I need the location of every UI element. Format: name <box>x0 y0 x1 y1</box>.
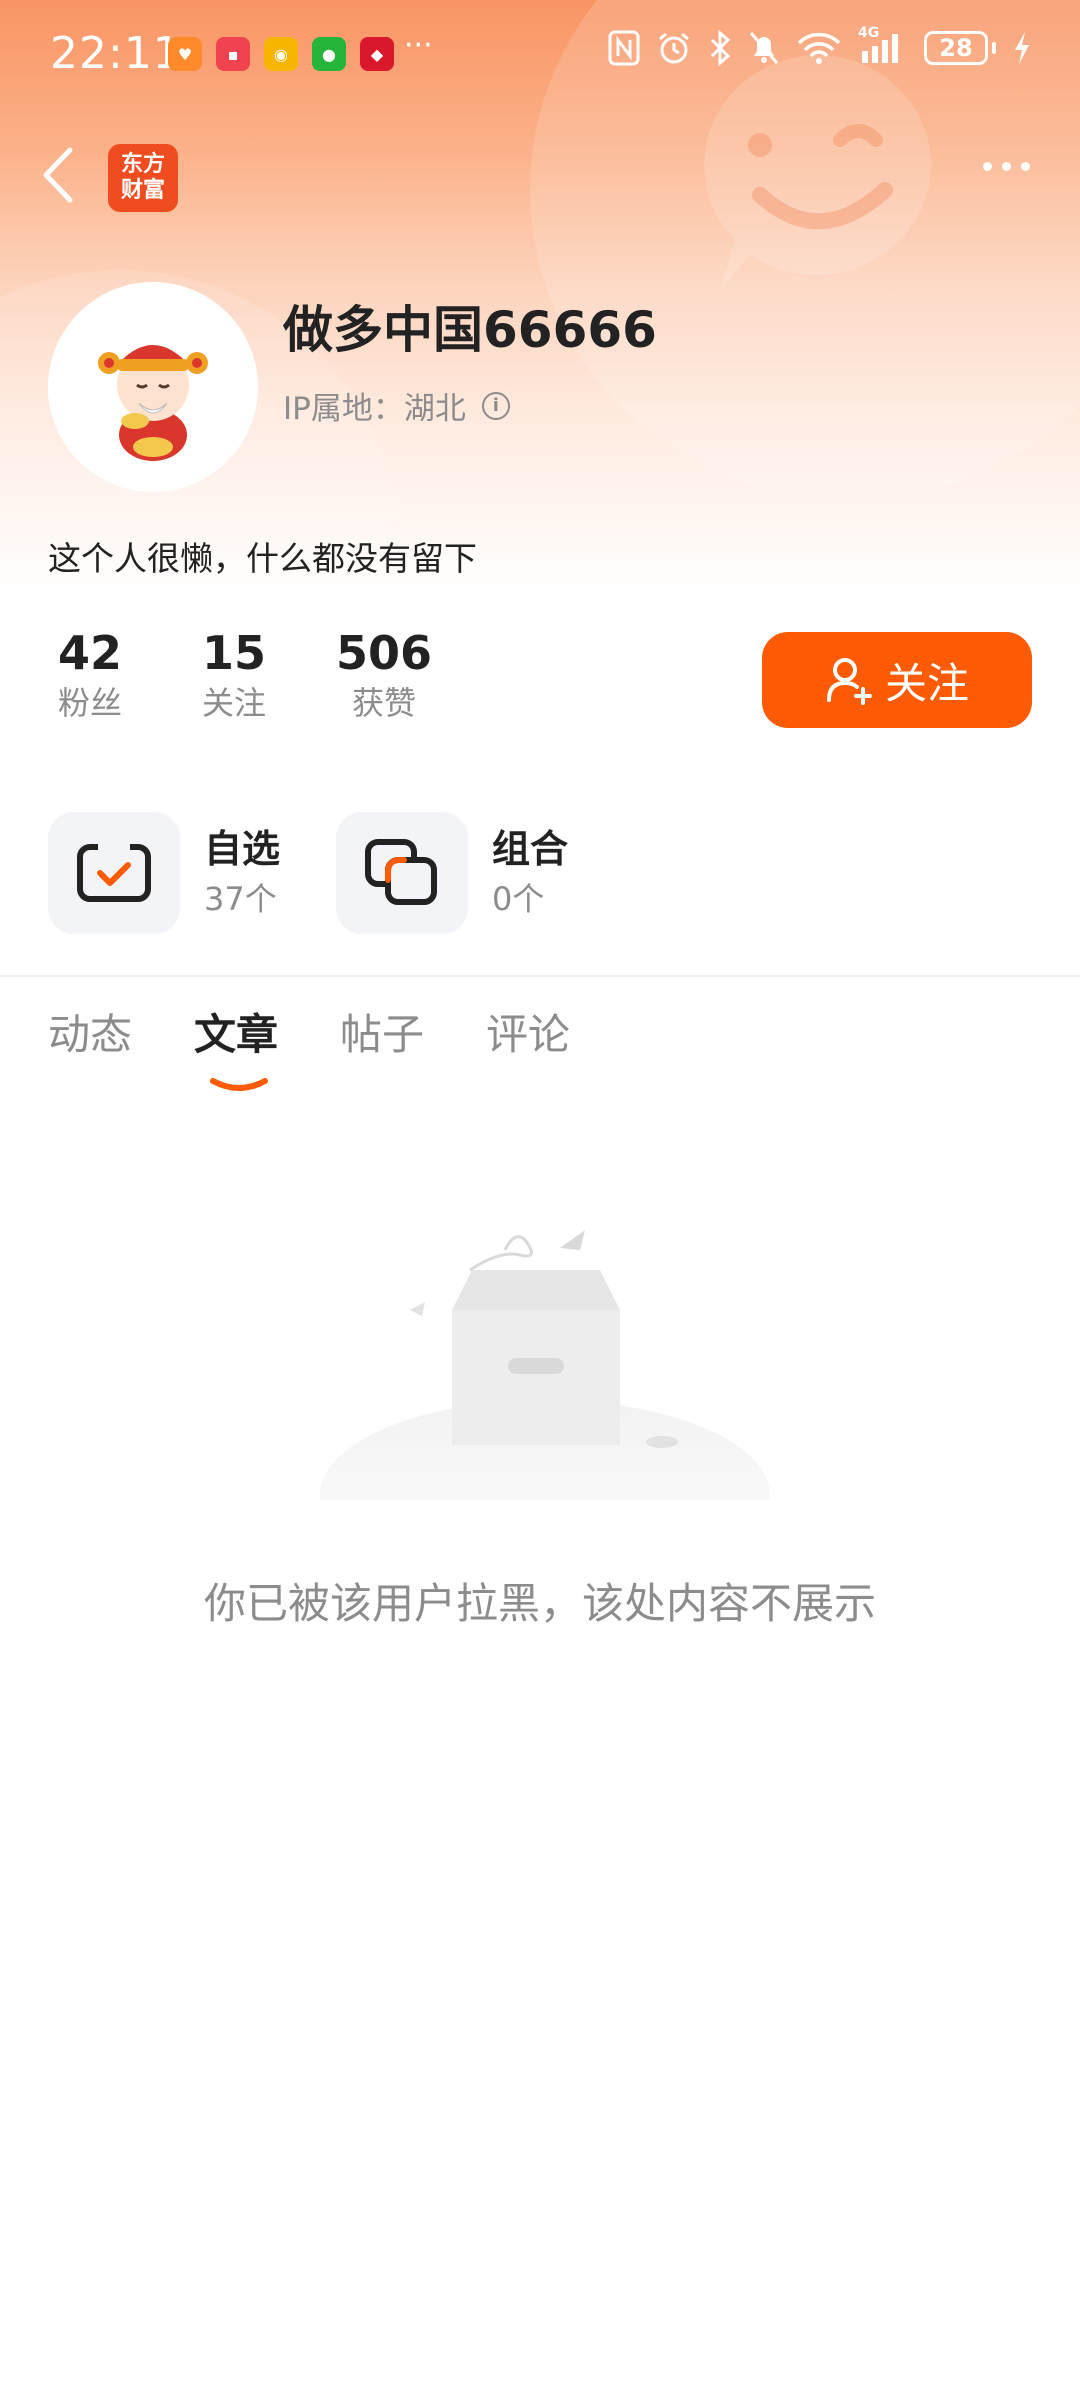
more-dot-icon <box>1002 162 1011 171</box>
stat-likes[interactable]: 506 获赞 <box>327 625 441 725</box>
bluetooth-icon <box>708 30 732 66</box>
mute-bell-icon <box>748 30 780 66</box>
network-type-label: 4G <box>858 25 880 41</box>
more-dot-icon <box>983 162 992 171</box>
more-notifications-indicator: ··· <box>404 28 433 63</box>
system-icons: 4G 28 <box>608 25 1032 66</box>
more-dot-icon <box>1021 162 1030 171</box>
back-button[interactable] <box>40 140 90 210</box>
stat-value: 506 <box>335 626 433 680</box>
tab-articles-label: 文章 <box>194 1010 279 1059</box>
cellular-signal-icon: 4G <box>858 25 908 65</box>
portfolio-icon-container <box>336 812 468 934</box>
watchlist-text: 自选 37个 <box>204 823 280 923</box>
portfolio-title: 组合 <box>492 827 569 871</box>
watchlist-count: 37个 <box>204 880 277 918</box>
active-tab-indicator <box>210 1078 269 1091</box>
stat-value: 15 <box>201 626 266 680</box>
chevron-left-icon <box>43 147 73 203</box>
battery-level: 28 <box>924 31 988 65</box>
battery-indicator: 28 <box>924 31 996 65</box>
follow-button-label: 关注 <box>884 658 969 708</box>
bio-text: 这个人很懒，什么都没有留下 <box>48 539 477 578</box>
huawei-store-icon: ▪ <box>216 37 250 71</box>
wechat-icon: ● <box>312 37 346 71</box>
nfc-icon <box>608 30 640 66</box>
ip-location: IP属地：湖北 i <box>283 383 510 428</box>
wifi-icon <box>796 31 842 65</box>
more-options-button[interactable] <box>983 162 1030 171</box>
avatar[interactable] <box>48 282 258 492</box>
portfolio-text: 组合 0个 <box>492 823 568 923</box>
battery-tip <box>992 42 996 54</box>
stat-label: 获赞 <box>351 684 416 722</box>
logo-text-line1: 东方 <box>120 152 165 177</box>
stat-value: 42 <box>57 626 122 680</box>
heart-app-icon: ♥ <box>168 37 202 71</box>
blocked-empty-message: 你已被该用户拉黑，该处内容不展示 <box>203 1579 876 1628</box>
tab-posts[interactable]: 帖子 <box>340 1005 424 1065</box>
alarm-icon <box>656 30 692 66</box>
portfolio-entry[interactable]: 组合 0个 <box>336 812 568 934</box>
portfolio-stack-icon <box>365 839 437 905</box>
app-logo: 东方 财富 <box>108 144 178 212</box>
tab-dynamics[interactable]: 动态 <box>48 1005 132 1065</box>
watchlist-entry[interactable]: 自选 37个 <box>48 812 280 934</box>
section-divider <box>0 975 1080 977</box>
status-time: 22:11 <box>50 28 182 79</box>
tab-articles[interactable]: 文章 <box>194 1005 279 1091</box>
weibo-icon: ◉ <box>264 37 298 71</box>
taobao-1111-icon: ◆ <box>360 37 394 71</box>
username: 做多中国66666 <box>283 301 657 359</box>
watchlist-icon-container <box>48 812 180 934</box>
stat-followers[interactable]: 42 粉丝 <box>33 625 147 725</box>
profile-stats: 42 粉丝 15 关注 506 获赞 <box>48 625 441 725</box>
stat-following[interactable]: 15 关注 <box>177 625 291 725</box>
portfolio-count: 0个 <box>492 880 545 918</box>
follow-button[interactable]: 关注 <box>762 632 1032 728</box>
add-user-icon <box>826 658 872 705</box>
stat-label: 粉丝 <box>57 684 122 722</box>
watchlist-check-icon <box>77 843 151 902</box>
stat-label: 关注 <box>201 684 266 722</box>
empty-box-illustration <box>320 1230 770 1500</box>
logo-text-line2: 财富 <box>120 178 165 203</box>
tab-comments[interactable]: 评论 <box>486 1005 570 1065</box>
status-bar: 22:11 ♥ ▪ ◉ ● ◆ ··· 4G 28 <box>0 0 1080 110</box>
ip-location-label: IP属地：湖北 <box>283 391 466 427</box>
notification-app-icons: ♥ ▪ ◉ ● ◆ <box>168 37 394 71</box>
info-icon[interactable]: i <box>481 391 510 420</box>
fortune-god-avatar-image <box>98 345 208 461</box>
content-tabs: 动态 文章 帖子 评论 <box>48 1005 570 1091</box>
charging-bolt-icon <box>1012 30 1032 66</box>
watchlist-title: 自选 <box>204 827 281 871</box>
